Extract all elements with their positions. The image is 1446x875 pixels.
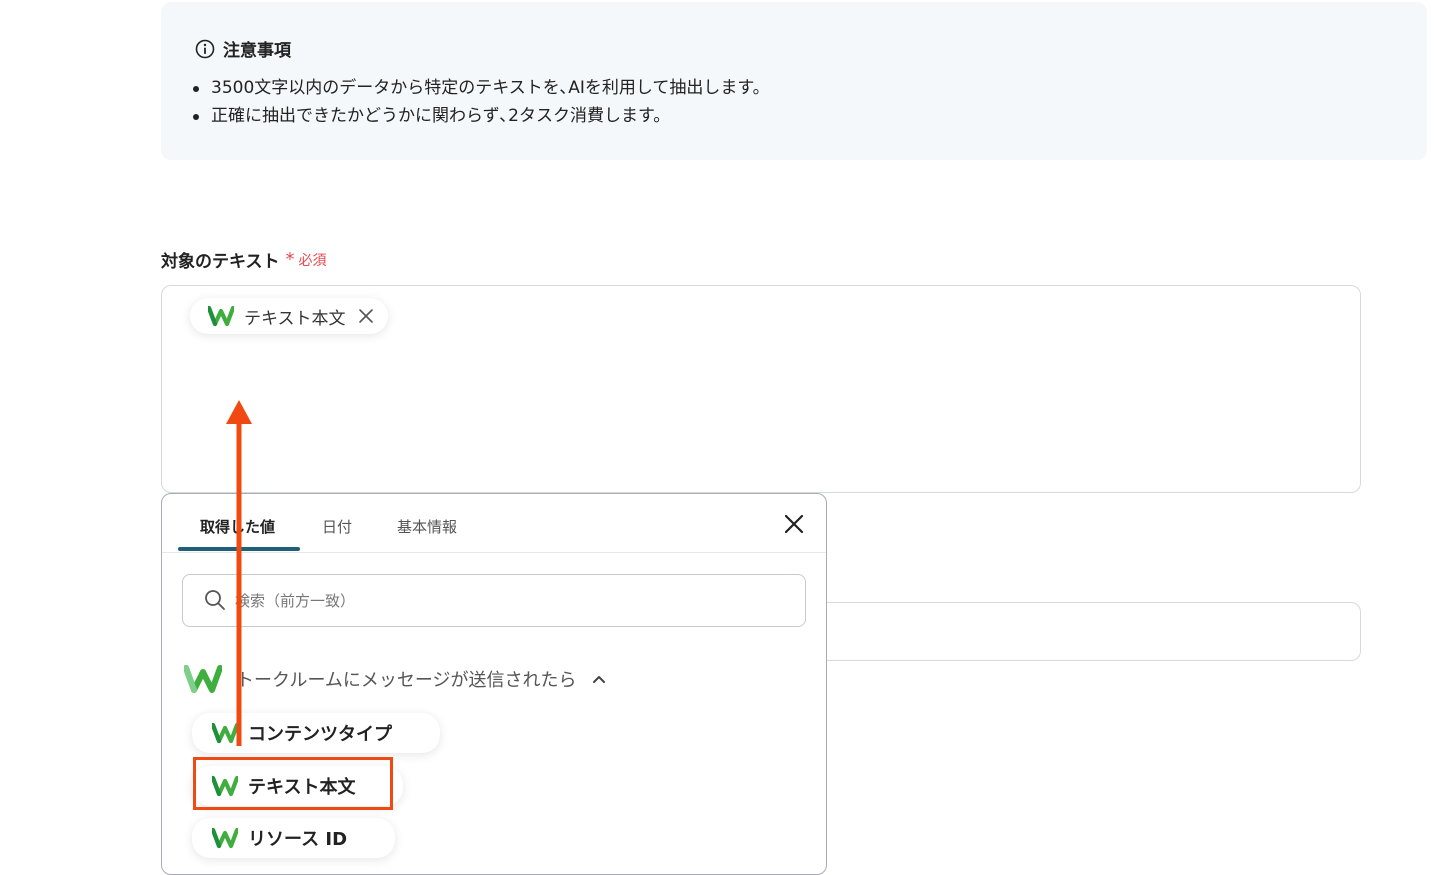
picker-tabs: 取得した値 日付 基本情報 (162, 494, 826, 553)
notice-item: 3500文字以内のデータから特定のテキストを､AIを利用して抽出します。 (191, 74, 770, 102)
selected-chip-label: テキスト本文 (244, 308, 346, 329)
selected-value-chip: テキスト本文 (190, 298, 388, 334)
info-icon (195, 39, 215, 58)
option-label: コンテンツタイプ (248, 724, 392, 745)
close-icon[interactable] (356, 306, 376, 326)
notice-title: 注意事項 (223, 41, 291, 61)
value-picker-popover: 取得した値 日付 基本情報 トークルームにメッセージが送信されたら コンテンツタ… (161, 493, 827, 875)
w-logo-icon (212, 827, 238, 849)
secondary-input[interactable] (800, 602, 1361, 661)
field-label: 対象のテキスト * 必須 (161, 247, 327, 272)
notice-header: 注意事項 (195, 36, 291, 61)
required-asterisk-icon: * (285, 248, 295, 270)
option-label: リソース ID (248, 829, 348, 850)
option-resource-id[interactable]: リソース ID (192, 818, 396, 858)
arrow-up-icon (226, 400, 252, 746)
target-text-input[interactable]: テキスト本文 (161, 285, 1361, 493)
close-icon[interactable] (782, 512, 806, 536)
search-input[interactable] (233, 587, 777, 615)
required-label: 必須 (298, 252, 327, 269)
annotation-highlight-box (193, 757, 393, 810)
chevron-up-icon[interactable] (591, 671, 607, 687)
w-logo-icon (184, 665, 222, 693)
field-label-text: 対象のテキスト (161, 252, 280, 272)
notice-list: 3500文字以内のデータから特定のテキストを､AIを利用して抽出します。 正確に… (191, 74, 770, 130)
w-logo-icon (208, 305, 234, 327)
tab-basic-info[interactable]: 基本情報 (397, 516, 457, 537)
trigger-group-label: トークルームにメッセージが送信されたら (236, 670, 577, 691)
required-marker: * 必須 (286, 250, 327, 270)
notice-box: 注意事項 3500文字以内のデータから特定のテキストを､AIを利用して抽出します… (161, 2, 1427, 160)
tab-date[interactable]: 日付 (322, 516, 352, 537)
notice-item: 正確に抽出できたかどうかに関わらず､2タスク消費します。 (191, 102, 770, 130)
search-box (182, 574, 806, 627)
